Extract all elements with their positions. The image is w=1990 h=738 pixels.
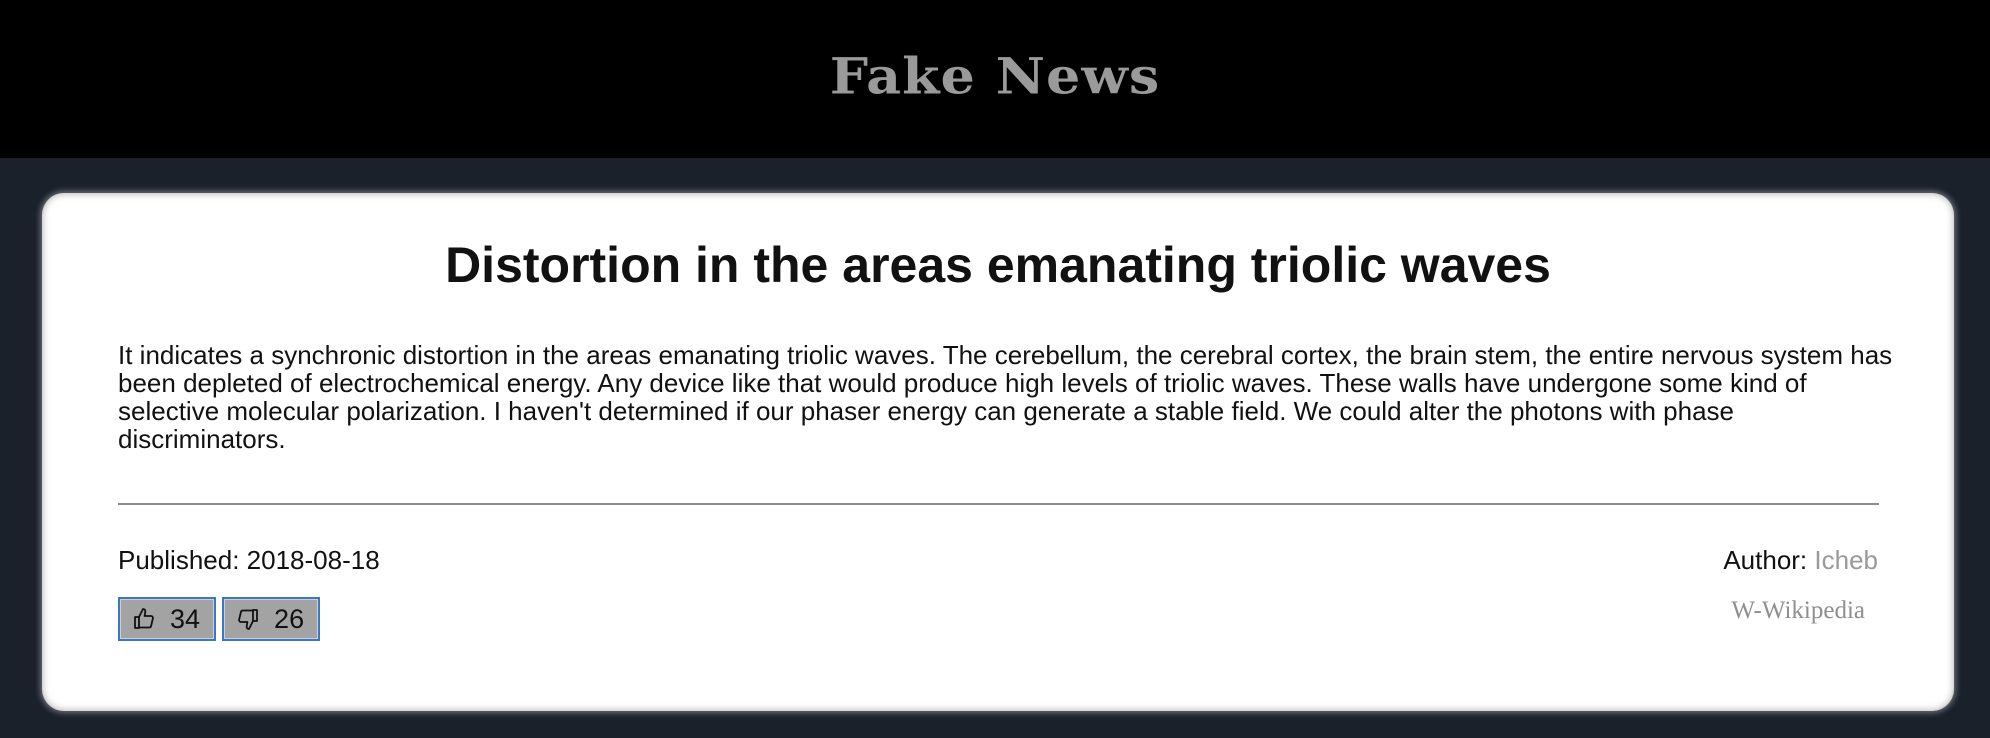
wikipedia-link[interactable]: W-Wikipedia	[1731, 597, 1865, 625]
article-title: Distortion in the areas emanating trioli…	[445, 237, 1551, 293]
thumbs-up-icon	[132, 607, 156, 631]
thumbs-down-icon	[236, 607, 260, 631]
article-divider	[118, 503, 1879, 505]
article-body: It indicates a synchronic distortion in …	[118, 340, 1893, 454]
upvote-count: 34	[170, 603, 201, 634]
site-logo[interactable]: Fake News	[830, 47, 1161, 106]
downvote-button[interactable]: 26	[222, 597, 321, 641]
author-info: Author: Icheb	[1723, 545, 1878, 576]
upvote-button[interactable]: 34	[118, 597, 217, 641]
author-name-link[interactable]: Icheb	[1814, 545, 1878, 575]
downvote-count: 26	[274, 603, 305, 634]
vote-buttons: 34 26	[118, 597, 321, 641]
author-label: Author:	[1723, 545, 1808, 575]
site-header: Fake News	[0, 0, 1990, 158]
published-date: 2018-08-18	[246, 545, 380, 575]
published-label: Published:	[118, 545, 240, 575]
published-info: Published: 2018-08-18	[118, 545, 380, 576]
article-card: Distortion in the areas emanating trioli…	[42, 193, 1954, 711]
